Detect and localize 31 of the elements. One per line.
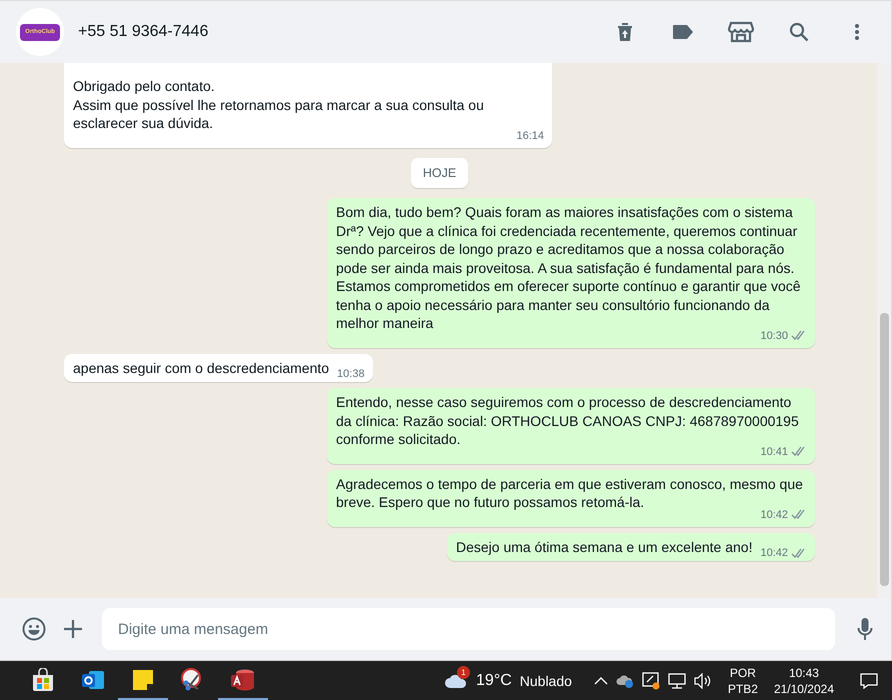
message-time: 10:42: [760, 546, 788, 560]
message-time: 10:38: [337, 367, 365, 382]
speaker-icon[interactable]: [694, 673, 712, 689]
notification-badge: 1: [457, 666, 470, 679]
message-time: 10:30: [760, 328, 788, 343]
message-time: 16:14: [516, 128, 544, 142]
weather-condition: Nublado: [520, 672, 572, 690]
message-input[interactable]: Digite uma mensagem: [102, 608, 835, 650]
message-time: 10:42: [760, 508, 788, 522]
message-text: apenas seguir com o descredenciamento: [73, 358, 330, 378]
message-text: Assim que possível lhe retornamos para marcar a sua consulta ou esclarecer sua dúvida.: [73, 96, 485, 132]
chevron-up-icon[interactable]: [594, 676, 608, 686]
weather-icon[interactable]: [444, 673, 468, 689]
network-icon[interactable]: [668, 673, 686, 689]
message-text: Agradecemos o tempo de parceria em que estiveram conosco, mesmo que breve. Espero que no futuro possamos retomá-la.: [336, 474, 804, 510]
cloud-sync-icon[interactable]: [616, 674, 634, 688]
message-text: Obrigado pelo contato.: [73, 77, 216, 96]
notification-icon[interactable]: [860, 673, 878, 689]
contact-name: +55 51 9364-7446: [78, 22, 210, 42]
keyboard-layout[interactable]: PTB2: [728, 681, 758, 697]
message-text: Desejo uma ótima semana e um excelente ano!: [456, 538, 752, 556]
temperature: 19°C: [476, 671, 512, 691]
scrollbar[interactable]: [877, 63, 891, 598]
message-time: 10:41: [760, 444, 788, 459]
clock-date[interactable]: 21/10/2024: [774, 681, 834, 697]
scrollbar-thumb[interactable]: [880, 313, 889, 586]
remote-app-icon[interactable]: [642, 672, 660, 690]
language-indicator[interactable]: POR: [728, 665, 758, 681]
message-text: Bom dia, tudo bem? Quais foram as maiores insatisfações com o sistema Drª? Vejo que a clínica foi credenciada recentemente, queremos continuar sendo parceiros de longo prazo e acreditamos que a nossa colaboração pode ser ainda mais proveitosa. A sua satisfação é fundamental para nós. Estamos comprometidos em oferecer suporte contínuo e garantir que você tenha o apoio necessário para manter seu consultório funcionando da melhor maneira: [336, 203, 802, 332]
message-text: Entendo, nesse caso seguiremos com o processo de descredenciamento da clínica: Razão social: ORTHOCLUB CANOAS CNPJ: 46878970000195 conforme solicitado.: [336, 393, 800, 448]
clock-time[interactable]: 10:43: [774, 665, 834, 681]
